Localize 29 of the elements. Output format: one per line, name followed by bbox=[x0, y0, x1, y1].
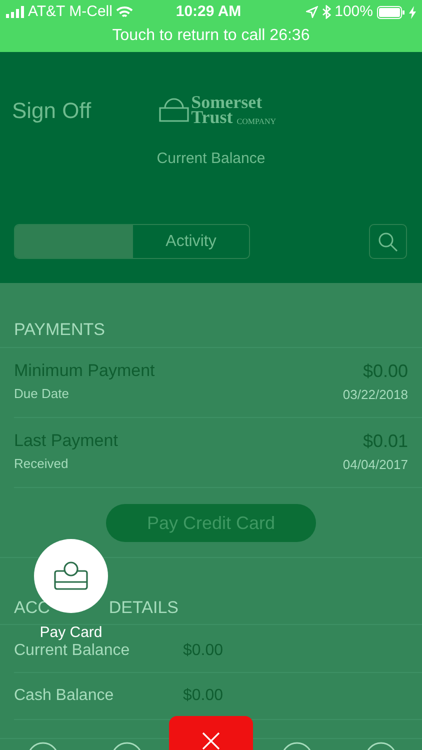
logo-text: Trust bbox=[191, 110, 233, 126]
battery-icon bbox=[377, 6, 405, 18]
status-time: 10:29 AM bbox=[174, 2, 242, 22]
wifi-icon bbox=[116, 6, 134, 18]
payment-subtitle: Due Date bbox=[14, 384, 70, 402]
logo-text: COMPANY bbox=[236, 118, 276, 126]
sign-off-button[interactable]: Sign Off bbox=[12, 94, 92, 126]
logo-mark-icon bbox=[157, 96, 192, 124]
close-icon bbox=[202, 732, 220, 750]
location-icon bbox=[306, 6, 318, 18]
detail-label: Current Balance bbox=[14, 640, 131, 660]
logo-text: Somerset bbox=[191, 94, 264, 110]
payment-date: 03/22/2018 bbox=[342, 386, 408, 404]
search-button[interactable] bbox=[369, 224, 407, 259]
battery-percent: 100% bbox=[334, 2, 373, 22]
close-button[interactable] bbox=[169, 716, 253, 750]
section-heading: DETAILS bbox=[108, 596, 178, 618]
pay-card-label: Pay Card bbox=[38, 624, 104, 642]
bluetooth-icon bbox=[322, 5, 331, 19]
card-coin-icon bbox=[53, 561, 89, 591]
payment-subtitle: Received bbox=[14, 454, 70, 472]
payment-date: 04/04/2017 bbox=[342, 456, 408, 474]
search-icon bbox=[378, 232, 398, 252]
carrier-name: AT&T M-Cell bbox=[28, 2, 112, 22]
detail-label: Cash Balance bbox=[14, 686, 115, 706]
signal-icon bbox=[6, 6, 24, 18]
balance-label: Current Balance bbox=[156, 150, 266, 167]
section-heading: PAYMENTS bbox=[14, 318, 105, 340]
charging-icon bbox=[409, 6, 416, 18]
